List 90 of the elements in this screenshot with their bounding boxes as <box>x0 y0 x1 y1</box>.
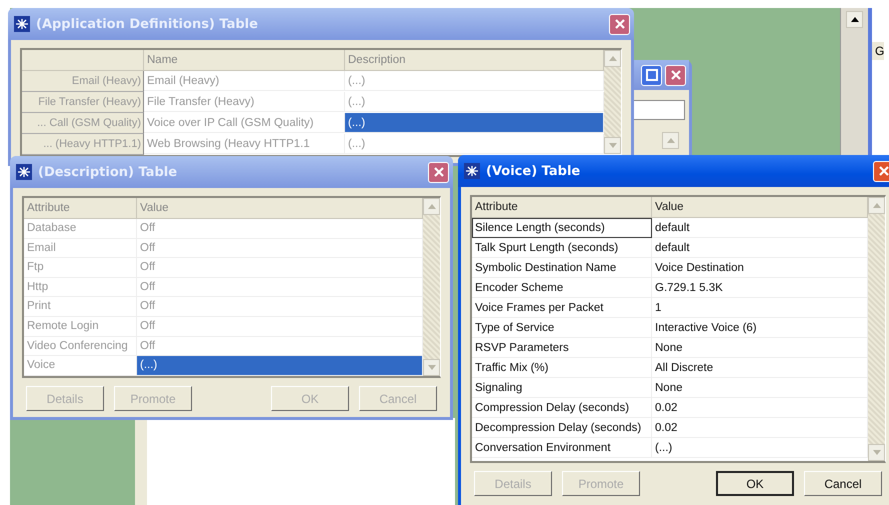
table-cell[interactable]: Traffic Mix (%) <box>472 358 652 378</box>
table-cell[interactable]: Off <box>137 238 423 258</box>
row-header[interactable]: File Transfer (Heavy) <box>22 92 144 113</box>
table-cell[interactable]: (...) <box>345 113 604 133</box>
table-cell[interactable]: Ftp <box>24 258 137 278</box>
up-arrow-icon <box>872 203 880 208</box>
table-cell[interactable]: Remote Login <box>24 316 137 337</box>
table-cell[interactable]: Off <box>137 278 423 298</box>
table-cell[interactable]: Interactive Voice (6) <box>652 318 868 338</box>
close-icon <box>432 166 444 178</box>
maximize-button[interactable] <box>641 64 662 86</box>
table-cell[interactable]: Off <box>137 297 423 317</box>
table-cell[interactable]: Encoder Scheme <box>472 278 652 298</box>
window-title: (Voice) Table <box>486 164 582 178</box>
window-title: (Description) Table <box>38 164 178 180</box>
scrollbar[interactable] <box>423 198 440 376</box>
table-cell[interactable]: Email <box>24 238 137 258</box>
up-arrow-icon <box>608 56 616 61</box>
close-icon <box>670 69 682 81</box>
table-cell[interactable]: Web Browsing (Heavy HTTP1.1 <box>144 134 345 154</box>
column-header: Name <box>144 50 345 71</box>
table-cell[interactable]: Signaling <box>472 378 652 398</box>
table-cell[interactable]: Email (Heavy) <box>144 71 345 91</box>
dialog-button[interactable]: OK <box>716 471 794 496</box>
up-arrow-icon <box>666 138 674 143</box>
table-cell[interactable]: 0.02 <box>652 418 868 438</box>
table-cell[interactable]: Symbolic Destination Name <box>472 258 652 278</box>
close-icon <box>614 18 626 30</box>
column-header: Value <box>137 198 423 219</box>
column-header: Description <box>345 50 604 71</box>
app-icon <box>16 164 32 180</box>
up-arrow-icon <box>850 17 858 22</box>
row-header[interactable]: ... (Heavy HTTP1.1) <box>22 134 144 155</box>
close-button[interactable] <box>609 14 630 34</box>
column-header: Attribute <box>472 197 652 218</box>
table-cell[interactable]: Voice Destination <box>652 258 868 278</box>
scroll-down-button[interactable] <box>423 359 440 376</box>
row-header[interactable]: Email (Heavy) <box>22 71 144 92</box>
table-cell[interactable]: Decompression Delay (seconds) <box>472 418 652 438</box>
table-cell[interactable]: Talk Spurt Length (seconds) <box>472 238 652 258</box>
maximize-icon <box>646 69 658 81</box>
table-cell[interactable]: RSVP Parameters <box>472 338 652 358</box>
table-cell[interactable]: Conversation Environment <box>472 438 652 458</box>
app-icon <box>14 16 30 32</box>
table-cell[interactable]: Off <box>137 258 423 278</box>
table-cell[interactable]: Off <box>137 316 423 337</box>
table-cell[interactable]: default <box>652 238 868 258</box>
table-cell[interactable]: default <box>652 218 868 238</box>
scrollbar[interactable] <box>604 50 621 154</box>
scroll-up-button[interactable] <box>846 11 863 28</box>
column-header: Value <box>652 197 868 218</box>
table-cell[interactable]: Http <box>24 278 137 298</box>
app-icon <box>464 163 480 179</box>
table-cell[interactable]: (...) <box>345 92 604 112</box>
table-cell[interactable]: (...) <box>137 356 423 376</box>
down-arrow-icon <box>608 143 616 148</box>
table-cell[interactable]: Voice Frames per Packet <box>472 298 652 318</box>
panel-label: G <box>872 42 884 60</box>
window-title: (Application Definitions) Table <box>36 16 259 32</box>
down-arrow-icon <box>872 450 880 455</box>
table-cell[interactable]: All Discrete <box>652 358 868 378</box>
close-icon <box>878 165 889 177</box>
close-button[interactable] <box>873 160 889 182</box>
table-cell[interactable]: Off <box>137 219 423 239</box>
column-header: Attribute <box>24 198 137 219</box>
table-cell[interactable]: 1 <box>652 298 868 318</box>
table-cell[interactable]: None <box>652 338 868 358</box>
table-cell[interactable]: G.729.1 5.3K <box>652 278 868 298</box>
table-cell[interactable]: Type of Service <box>472 318 652 338</box>
table-cell[interactable]: (...) <box>345 134 604 154</box>
dialog-button[interactable]: Cancel <box>804 471 882 496</box>
row-header[interactable]: ... Call (GSM Quality) <box>22 113 144 134</box>
table-cell[interactable]: Voice over IP Call (GSM Quality) <box>144 113 345 133</box>
table-cell[interactable]: Silence Length (seconds) <box>472 218 652 238</box>
table-cell[interactable]: None <box>652 378 868 398</box>
table-cell[interactable]: 0.02 <box>652 398 868 418</box>
down-arrow-icon <box>428 365 436 370</box>
table-cell[interactable]: (...) <box>652 438 868 458</box>
table-cell[interactable]: Database <box>24 219 137 239</box>
scroll-down-button[interactable] <box>868 444 885 461</box>
scroll-down-button[interactable] <box>604 137 621 154</box>
table-cell[interactable]: Video Conferencing <box>24 336 137 356</box>
close-button[interactable] <box>665 64 686 86</box>
table-cell[interactable]: Print <box>24 297 137 317</box>
up-arrow-icon <box>428 204 436 209</box>
scrollbar[interactable] <box>868 197 885 461</box>
close-button[interactable] <box>428 162 449 182</box>
table-cell[interactable]: (...) <box>345 71 604 91</box>
table-cell[interactable]: Compression Delay (seconds) <box>472 398 652 418</box>
table-cell[interactable]: File Transfer (Heavy) <box>144 92 345 112</box>
